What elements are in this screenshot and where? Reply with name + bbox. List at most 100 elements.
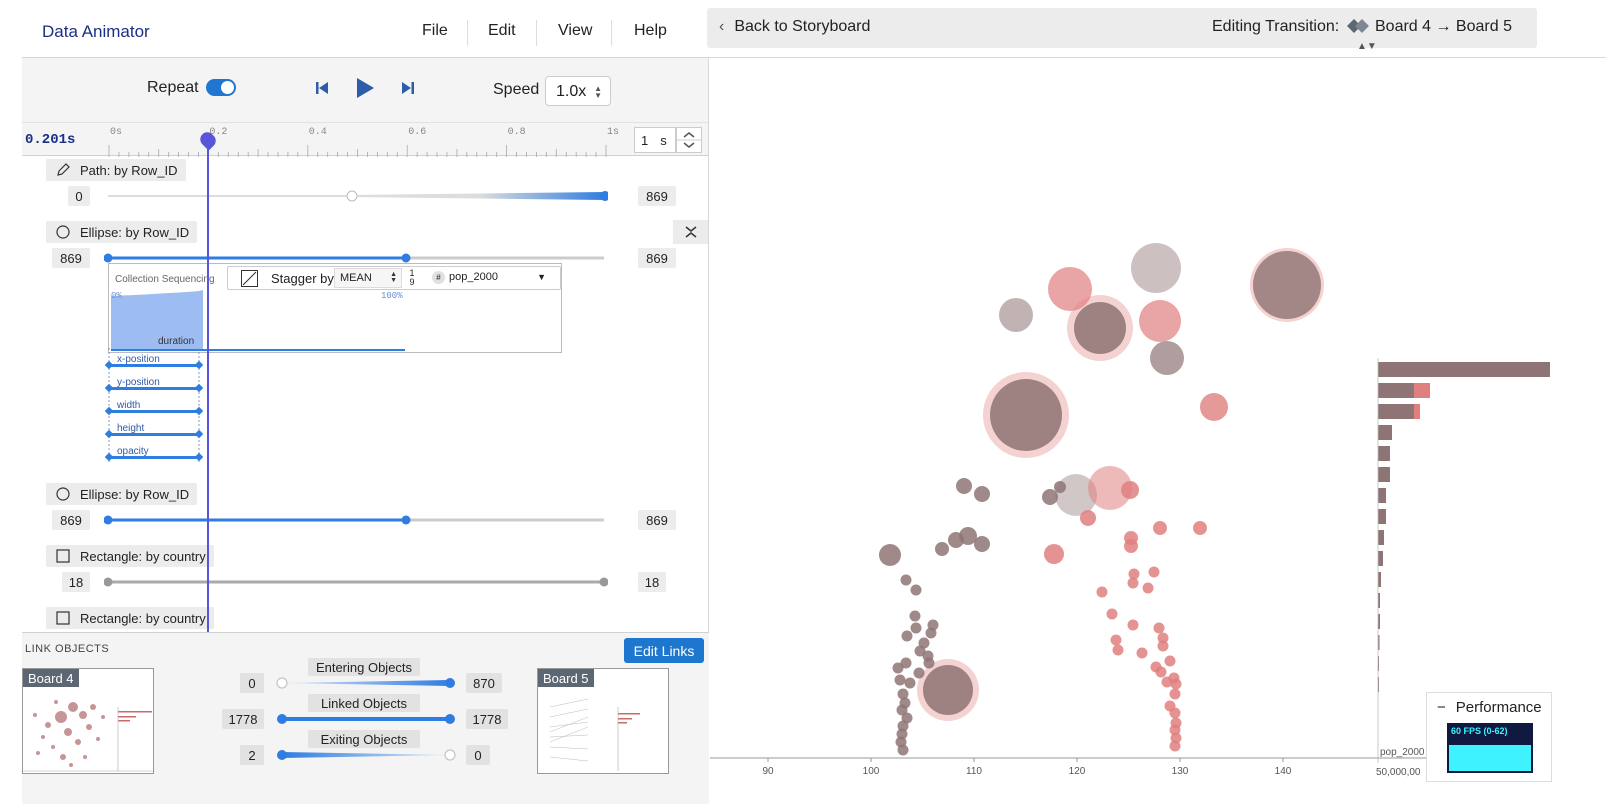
path-track-slider[interactable] (108, 186, 608, 206)
performance-title[interactable]: − Performance (1437, 699, 1542, 716)
track-label-path[interactable]: Path: by Row_ID (46, 159, 186, 181)
track-label-rectangle[interactable]: Rectangle: by country (46, 607, 214, 629)
bubble (1124, 539, 1138, 553)
seq-pct-end: 100% (381, 291, 403, 301)
exiting-right-value: 0 (466, 745, 490, 765)
x-tick-label: 100 (863, 766, 880, 777)
x-tick-label: 140 (1275, 766, 1292, 777)
duration-input[interactable]: 1s (634, 127, 676, 153)
bubble (1169, 688, 1181, 700)
bubble (1074, 302, 1126, 354)
speed-select[interactable]: 1.0x ▲ ▼ (545, 76, 611, 106)
link-objects-title: LINK OBJECTS (25, 643, 110, 655)
bubble (900, 574, 912, 586)
entering-right-value: 870 (466, 673, 502, 693)
back-to-storyboard-button[interactable]: ‹ Back to Storyboard (719, 18, 870, 36)
play-icon[interactable] (355, 77, 375, 99)
ellipse-icon (56, 225, 70, 239)
bubble (1112, 644, 1124, 656)
entering-objects-label: Entering Objects (308, 658, 420, 676)
track-label-ellipse[interactable]: Ellipse: by Row_ID (46, 221, 198, 243)
sort-order-bottom: 9 (409, 277, 415, 287)
menu-file[interactable]: File (422, 22, 448, 40)
bar (1378, 488, 1386, 503)
performance-panel: − Performance 60 FPS (0-62) (1426, 692, 1552, 782)
bubble (923, 665, 973, 715)
bubble (1142, 582, 1154, 594)
bubble (1136, 647, 1148, 659)
bubble (1153, 521, 1167, 535)
sort-order-toggle[interactable]: 19 (403, 267, 421, 289)
skip-back-icon[interactable] (316, 81, 328, 95)
bubble (1131, 243, 1181, 293)
bubble (892, 662, 904, 674)
track-label-ellipse[interactable]: Ellipse: by Row_ID (46, 483, 198, 505)
stagger-field-select[interactable]: # pop_2000 ▼ (426, 268, 560, 288)
skip-forward-icon[interactable] (402, 81, 414, 95)
playhead-line[interactable] (207, 134, 209, 632)
ease-curve-icon[interactable] (241, 270, 258, 287)
sequencing-title: Collection Sequencing (115, 274, 215, 285)
chevron-left-icon: ‹ (719, 18, 725, 35)
rectangle-icon (56, 549, 70, 563)
bubble (1106, 608, 1118, 620)
speed-value: 1.0x (556, 83, 587, 100)
track-start-value: 869 (52, 248, 90, 268)
bubble (1044, 544, 1064, 564)
track-label-text: Ellipse: by Row_ID (80, 225, 190, 240)
board-4-thumbnail[interactable]: Board 4 (22, 668, 154, 774)
bubble (1153, 622, 1165, 634)
bubble (974, 486, 990, 502)
bubble (923, 657, 935, 669)
menu-view[interactable]: View (558, 22, 592, 40)
performance-title-text: Performance (1455, 699, 1542, 716)
bubble (910, 584, 922, 596)
exiting-objects-label: Exiting Objects (308, 730, 420, 748)
time-ruler[interactable]: 0.201s 0s 0.2 0.4 0.6 0.8 1s 1s (22, 122, 708, 157)
repeat-toggle[interactable] (206, 79, 236, 96)
edit-links-button[interactable]: Edit Links (624, 638, 704, 663)
bubble (1054, 481, 1066, 493)
tick-marks (108, 145, 607, 157)
bubble (1127, 577, 1139, 589)
visualization-canvas[interactable]: 90 100 110 120 130 140 pop_2000 50,000,00 (710, 58, 1551, 780)
dropdown-arrow-icon: ▼ (537, 272, 546, 282)
playback-controls: Repeat Speed 1.0x ▲ ▼ (22, 58, 708, 122)
duration-label: duration (158, 336, 195, 347)
track-start-value: 18 (62, 572, 90, 592)
bubble (1042, 489, 1058, 505)
bar-layer (1378, 362, 1550, 692)
linked-right-value: 1778 (466, 709, 508, 729)
exiting-objects-slider[interactable] (274, 747, 458, 763)
collapse-button[interactable] (673, 220, 708, 244)
bubble (1080, 510, 1096, 526)
duration-stepper[interactable] (676, 127, 702, 153)
track-label-text: Path: by Row_ID (80, 163, 178, 178)
entering-objects-slider[interactable] (274, 675, 458, 691)
linked-objects-slider[interactable] (274, 711, 458, 727)
menu-divider (467, 20, 468, 46)
bubble (956, 478, 972, 494)
bubble (910, 622, 922, 634)
board-5-thumbnail[interactable]: Board 5 (537, 668, 669, 774)
track-label-text: Rectangle: by country (80, 549, 206, 564)
menu-help[interactable]: Help (634, 22, 667, 40)
fps-graph: 60 FPS (0-62) (1447, 723, 1533, 773)
repeat-label: Repeat (147, 79, 199, 96)
rectangle-track-slider[interactable] (104, 572, 608, 592)
bubble-chart: 90 100 110 120 130 140 pop_2000 50,000,00 (710, 243, 1551, 778)
stagger-field-value: pop_2000 (449, 271, 498, 283)
bubble (1121, 481, 1139, 499)
sequencing-curve[interactable] (109, 288, 409, 352)
bubble (1193, 521, 1207, 535)
bubble (999, 298, 1033, 332)
track-label-rectangle[interactable]: Rectangle: by country (46, 545, 214, 567)
bubble (1096, 586, 1108, 598)
menu-edit[interactable]: Edit (488, 22, 516, 40)
numeric-field-icon: # (432, 271, 445, 284)
timeline-panel: Repeat Speed 1.0x ▲ ▼ 0.201s 0s 0.2 0.4 0.6 0… (22, 58, 709, 632)
ellipse-track-slider[interactable] (104, 510, 608, 530)
board-transition-select[interactable]: Board 4 → Board 5 ▲▼ (1347, 18, 1537, 54)
stagger-agg-select[interactable]: MEAN ▲ ▼ (334, 268, 402, 288)
bubble (909, 610, 921, 622)
